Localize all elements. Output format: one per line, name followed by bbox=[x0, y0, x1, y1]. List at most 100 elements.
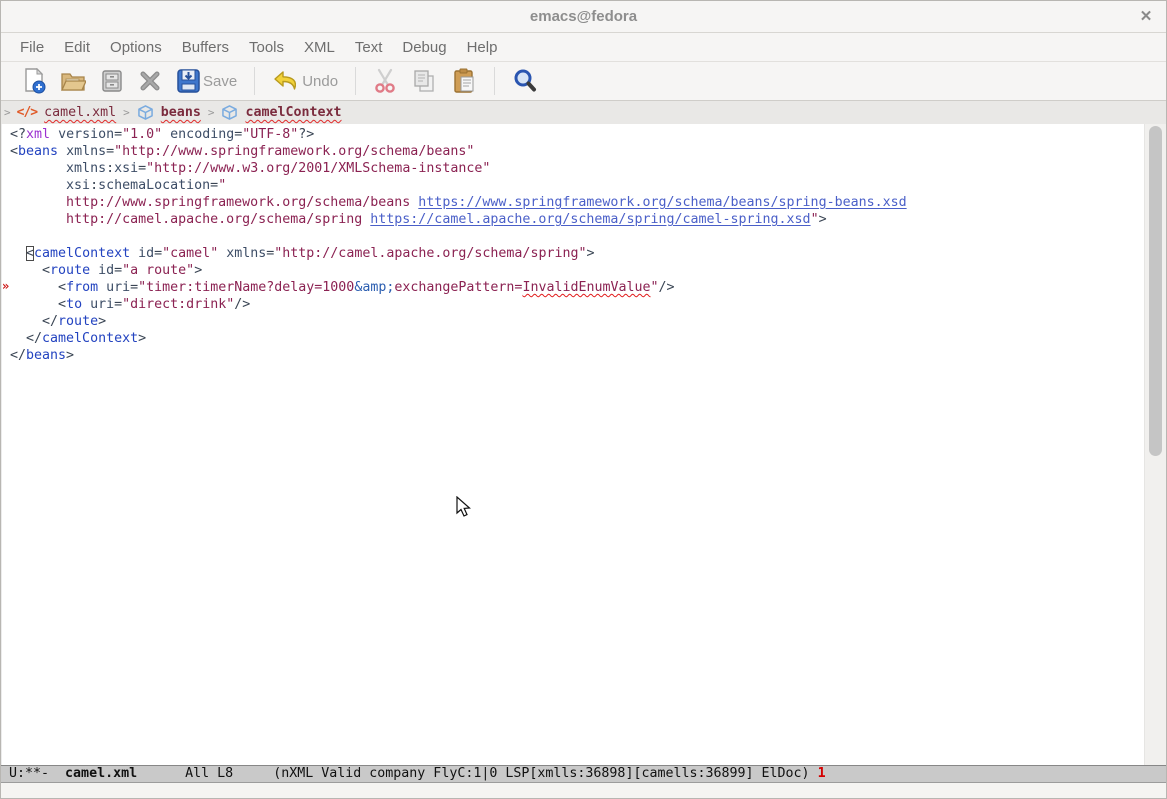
save-disk-icon bbox=[176, 68, 201, 94]
code-token bbox=[50, 127, 58, 142]
clipboard-icon bbox=[451, 68, 477, 94]
mouse-pointer bbox=[456, 496, 471, 518]
url-link[interactable]: https://www.springframework.org/schema/b… bbox=[418, 195, 906, 210]
code-token: = bbox=[138, 161, 146, 176]
close-buffer-button[interactable] bbox=[138, 69, 162, 93]
code-line: <from uri="timer:timerName?delay=1000&am… bbox=[2, 279, 1146, 296]
code-token: "timer:timerName?delay=1000 bbox=[138, 280, 354, 295]
close-window-icon[interactable]: ✕ bbox=[1136, 7, 1156, 27]
code-token: "http://www.w3.org/2001/XMLSchema-instan… bbox=[146, 161, 490, 176]
code-token: > bbox=[586, 246, 594, 261]
save-button-label: Save bbox=[203, 73, 237, 90]
breadcrumb-separator: > bbox=[208, 106, 215, 119]
code-token: </ bbox=[42, 314, 58, 329]
code-token bbox=[130, 246, 138, 261]
copy-button[interactable] bbox=[411, 68, 437, 94]
open-file-button[interactable] bbox=[60, 69, 86, 93]
code-line: <route id="a route"> bbox=[2, 262, 1146, 279]
menu-item-file[interactable]: File bbox=[10, 35, 54, 60]
code-token: = bbox=[114, 297, 122, 312]
breadcrumb-leading-chevron: > bbox=[4, 106, 11, 119]
emacs-window: emacs@fedora ✕ FileEditOptionsBuffersToo… bbox=[0, 0, 1167, 799]
code-token: = bbox=[210, 178, 218, 193]
code-token: <? bbox=[10, 127, 26, 142]
code-token: route bbox=[50, 263, 90, 278]
code-token: = bbox=[154, 246, 162, 261]
url-link[interactable]: https://camel.apache.org/schema/spring/c… bbox=[370, 212, 810, 227]
code-line bbox=[2, 228, 1146, 245]
breadcrumb-item-camelcontext[interactable]: camelContext bbox=[245, 105, 341, 120]
code-line: </route> bbox=[2, 313, 1146, 330]
code-token: http://camel.apache.org/schema/spring bbox=[66, 212, 370, 227]
cut-button[interactable] bbox=[373, 68, 397, 94]
save-button[interactable]: Save bbox=[176, 68, 237, 94]
scrollbar-thumb[interactable] bbox=[1149, 126, 1162, 456]
echo-area[interactable] bbox=[1, 783, 1166, 799]
code-token bbox=[10, 161, 66, 176]
modeline-position: All L8 bbox=[137, 766, 273, 781]
modeline-error-count: 1 bbox=[818, 766, 826, 781]
cube-icon bbox=[221, 105, 238, 120]
code-token: id bbox=[98, 263, 114, 278]
file-cabinet-icon bbox=[100, 69, 124, 93]
breadcrumb-item-camel.xml[interactable]: camel.xml bbox=[44, 105, 116, 120]
code-token bbox=[162, 127, 170, 142]
code-token: /> bbox=[659, 280, 675, 295]
code-token: /> bbox=[234, 297, 250, 312]
code-token: < bbox=[10, 144, 18, 159]
modeline-state: U:**- bbox=[9, 766, 65, 781]
code-token bbox=[10, 331, 26, 346]
undo-button[interactable]: Undo bbox=[272, 69, 338, 93]
menu-item-edit[interactable]: Edit bbox=[54, 35, 100, 60]
menu-item-options[interactable]: Options bbox=[100, 35, 172, 60]
editor-buffer[interactable]: <?xml version="1.0" encoding="UTF-8"?><b… bbox=[1, 124, 1146, 765]
menu-item-tools[interactable]: Tools bbox=[239, 35, 294, 60]
menu-item-xml[interactable]: XML bbox=[294, 35, 345, 60]
new-file-icon bbox=[22, 68, 46, 94]
title-bar: emacs@fedora ✕ bbox=[1, 1, 1166, 33]
undo-arrow-icon bbox=[272, 69, 300, 93]
code-token: exchangePattern= bbox=[394, 280, 522, 295]
code-token: " bbox=[811, 212, 819, 227]
code-token: "a route" bbox=[122, 263, 194, 278]
code-line: </beans> bbox=[2, 347, 1146, 364]
code-line: </camelContext> bbox=[2, 330, 1146, 347]
directory-button[interactable] bbox=[100, 69, 124, 93]
code-token: beans bbox=[18, 144, 58, 159]
menu-item-text[interactable]: Text bbox=[345, 35, 393, 60]
code-token bbox=[82, 297, 90, 312]
toolbar-separator bbox=[494, 67, 495, 95]
code-token: </ bbox=[26, 331, 42, 346]
code-line: xsi:schemaLocation=" bbox=[2, 177, 1146, 194]
tool-bar: Save Undo bbox=[1, 62, 1166, 101]
toolbar-separator bbox=[254, 67, 255, 95]
search-button[interactable] bbox=[512, 68, 538, 94]
code-token: xmlns bbox=[226, 246, 266, 261]
menu-item-buffers[interactable]: Buffers bbox=[172, 35, 239, 60]
code-token: xmlns bbox=[66, 144, 106, 159]
code-token: </ bbox=[10, 348, 26, 363]
menu-item-debug[interactable]: Debug bbox=[392, 35, 456, 60]
code-token: > bbox=[194, 263, 202, 278]
menu-item-help[interactable]: Help bbox=[457, 35, 508, 60]
new-file-button[interactable] bbox=[22, 68, 46, 94]
code-token: version bbox=[58, 127, 114, 142]
code-token: camelContext bbox=[42, 331, 138, 346]
cube-icon bbox=[137, 105, 154, 120]
code-token: " bbox=[218, 178, 226, 193]
breadcrumb-item-beans[interactable]: beans bbox=[161, 105, 201, 120]
breadcrumb: ></>camel.xml>beans>camelContext bbox=[1, 101, 1166, 124]
breadcrumb-separator: > bbox=[123, 106, 130, 119]
code-token: > bbox=[98, 314, 106, 329]
undo-button-label: Undo bbox=[302, 73, 338, 90]
code-line: <camelContext id="camel" xmlns="http://c… bbox=[2, 245, 1146, 262]
code-token: beans bbox=[26, 348, 66, 363]
paste-button[interactable] bbox=[451, 68, 477, 94]
scrollbar-track[interactable] bbox=[1144, 124, 1166, 765]
modeline-buffer-name: camel.xml bbox=[65, 766, 137, 781]
code-token: < bbox=[58, 297, 66, 312]
code-token: to bbox=[66, 297, 82, 312]
code-line: <?xml version="1.0" encoding="UTF-8"?> bbox=[2, 126, 1146, 143]
error-token: InvalidEnumValue bbox=[522, 280, 650, 295]
open-folder-icon bbox=[60, 69, 86, 93]
